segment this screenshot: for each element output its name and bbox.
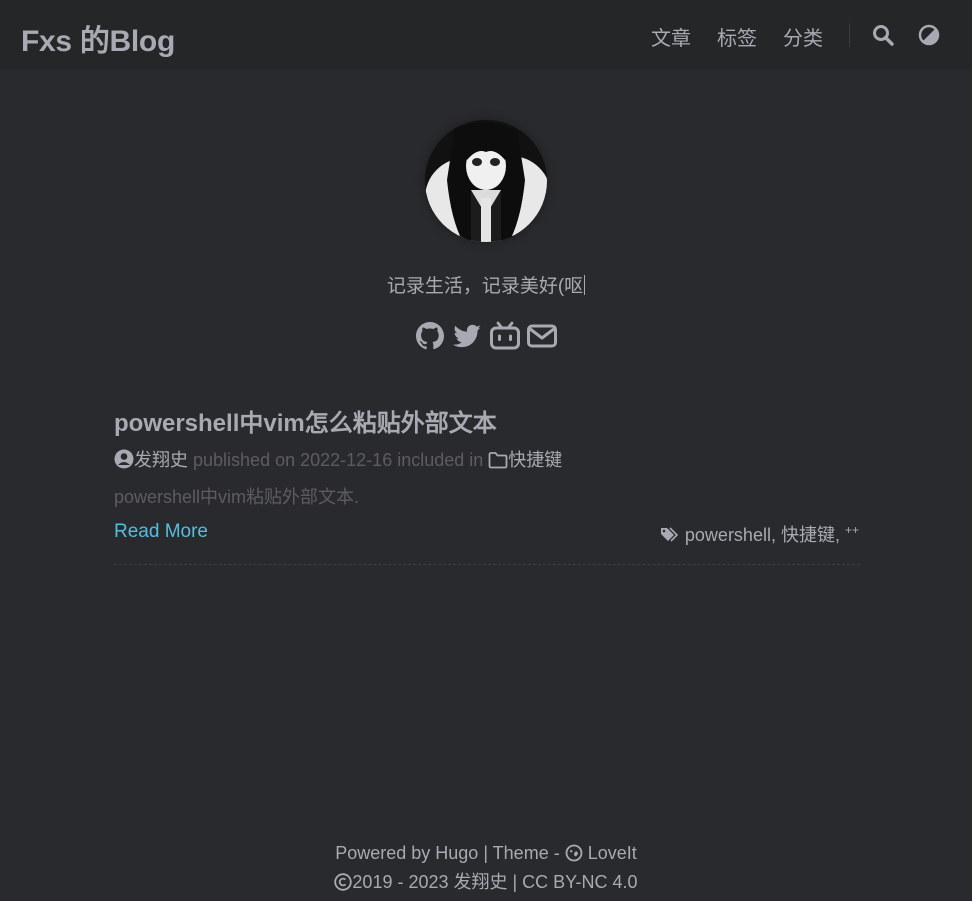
hugo-link[interactable]: Hugo (435, 843, 478, 863)
email-icon[interactable] (526, 320, 558, 352)
post-author[interactable]: 发翔史 (134, 450, 188, 470)
copyright-icon (334, 872, 353, 892)
post-summary: powershell中vim粘贴外部文本. (114, 487, 360, 507)
loveit-link[interactable]: LoveIt (588, 843, 637, 863)
theme-switch-icon[interactable] (918, 24, 940, 46)
nav-item-tags[interactable]: 标签 (717, 22, 757, 51)
footer-copyright: 2019 - 2023 发翔史 | CC BY-NC 4.0 (0, 868, 972, 894)
post-category[interactable]: 快捷键 (508, 450, 562, 470)
published-prefix: published on (193, 450, 296, 470)
tag-link[interactable]: ++ (845, 523, 859, 537)
bilibili-icon[interactable] (489, 320, 521, 352)
user-circle-icon (114, 449, 134, 470)
tag-link[interactable]: powershell (685, 525, 771, 545)
theme-label: | Theme - (483, 843, 560, 863)
folder-icon (488, 450, 508, 470)
nav-item-posts[interactable]: 文章 (651, 22, 691, 51)
site-title[interactable]: Fxs 的Blog (21, 16, 175, 60)
copyright-text: 2019 - 2023 发翔史 | CC BY-NC 4.0 (352, 872, 638, 892)
post-meta: 发翔史 published on 2022-12-16 included in … (114, 446, 562, 472)
nav-divider (849, 23, 850, 47)
typing-cursor (584, 275, 586, 295)
powered-by-label: Powered by (335, 843, 431, 863)
post-title[interactable]: powershell中vim怎么粘贴外部文本 (114, 403, 497, 438)
tags-icon (660, 525, 680, 545)
site-subtitle: 记录生活，记录美好(呕 (0, 271, 972, 298)
tag-link[interactable]: 快捷键 (781, 525, 835, 545)
read-more-link[interactable]: Read More (114, 521, 208, 543)
site-header: Fxs 的Blog 文章 标签 分类 (0, 0, 972, 70)
subtitle-text: 记录生活，记录美好(呕 (386, 276, 584, 297)
theme-logo-icon (565, 843, 583, 863)
post-tags: powershell, 快捷键, ++ (660, 521, 859, 547)
post-divider (114, 564, 860, 565)
nav-item-categories[interactable]: 分类 (783, 22, 823, 51)
github-icon[interactable] (414, 320, 446, 352)
footer-powered: Powered by Hugo | Theme - LoveIt (0, 843, 972, 864)
included-in-label: included in (397, 450, 484, 470)
twitter-icon[interactable] (451, 320, 483, 352)
post-date: 2022-12-16 (300, 450, 393, 470)
avatar[interactable] (425, 120, 547, 242)
search-icon[interactable] (872, 24, 894, 46)
